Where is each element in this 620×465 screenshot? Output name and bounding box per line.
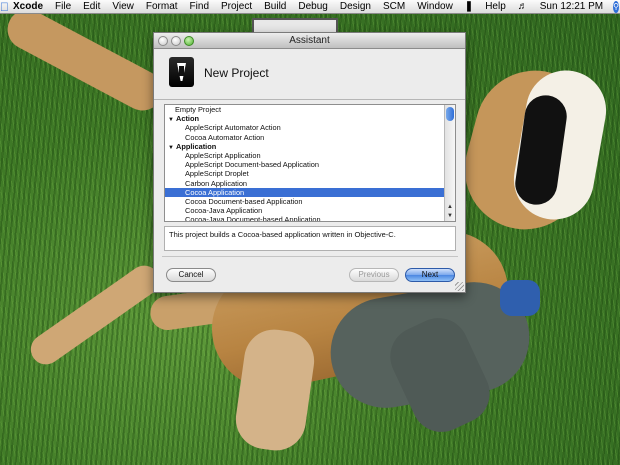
list-item-label: Action (176, 114, 199, 124)
assistant-window: Assistant New Project Empty Project ▼ Acti… (153, 32, 466, 293)
script-menu-icon[interactable]: ❚ (459, 1, 479, 12)
divider (162, 256, 458, 257)
resize-grip-icon[interactable] (455, 282, 464, 291)
window-controls (158, 36, 194, 46)
list-group[interactable]: ▼ Action (165, 114, 445, 123)
scroll-down-arrow-icon[interactable]: ▼ (445, 212, 455, 221)
close-window-button[interactable] (158, 36, 168, 46)
list-item[interactable]: AppleScript Document-based Application (165, 160, 445, 169)
list-item[interactable]: Empty Project (165, 105, 445, 114)
list-item-label: Cocoa Application (185, 187, 245, 197)
list-item-label: AppleScript Document-based Application (185, 160, 319, 170)
menu-design[interactable]: Design (334, 0, 377, 14)
list-item-label: Cocoa Document-based Application (185, 196, 303, 206)
list-item-label: AppleScript Automator Action (185, 123, 281, 133)
list-item-selected[interactable]: Cocoa Application (165, 187, 445, 197)
menubar-clock[interactable]: Sun 12:21 PM (534, 0, 609, 14)
menu-format[interactable]: Format (140, 0, 184, 14)
app-menu[interactable]: Xcode (9, 0, 49, 14)
menubar:  Xcode File Edit View Format Find Proje… (0, 0, 620, 14)
template-description: This project builds a Cocoa-based applic… (164, 226, 456, 251)
list-item[interactable]: Cocoa Document-based Application (165, 197, 445, 206)
list-item[interactable]: Cocoa Automator Action (165, 133, 445, 142)
window-title: Assistant (289, 35, 330, 46)
list-item[interactable]: Cocoa-Java Application (165, 206, 445, 215)
page-title: New Project (204, 66, 269, 80)
menu-find[interactable]: Find (184, 0, 215, 14)
scroll-up-arrow-icon[interactable]: ▲ (445, 203, 455, 212)
list-item-label: Cocoa-Java Document-based Application (185, 215, 321, 222)
dog-collar (500, 280, 540, 316)
list-item[interactable]: Carbon Application (165, 179, 445, 188)
list-item-label: AppleScript Application (185, 150, 261, 160)
cancel-button[interactable]: Cancel (166, 268, 216, 282)
disclosure-triangle-icon[interactable]: ▼ (168, 144, 176, 153)
menu-window[interactable]: Window (411, 0, 459, 14)
menu-view[interactable]: View (106, 0, 140, 14)
scrollbar-thumb[interactable] (446, 107, 454, 121)
menu-help[interactable]: Help (479, 0, 512, 14)
list-item[interactable]: Cocoa-Java Document-based Application (165, 215, 445, 222)
list-group[interactable]: ▼ Application (165, 142, 445, 151)
spotlight-search-icon[interactable]: ⚲ (613, 0, 619, 13)
menu-project[interactable]: Project (215, 0, 258, 14)
list-item[interactable]: AppleScript Droplet (165, 169, 445, 178)
dog-leg (24, 259, 166, 371)
menu-debug[interactable]: Debug (292, 0, 333, 14)
disclosure-triangle-icon[interactable]: ▼ (168, 116, 176, 125)
assistant-header: New Project (154, 50, 465, 100)
list-item-label: AppleScript Droplet (185, 169, 249, 179)
zoom-window-button[interactable] (184, 36, 194, 46)
list-item-label: Empty Project (175, 105, 222, 114)
menu-file[interactable]: File (49, 0, 77, 14)
menu-scm[interactable]: SCM (377, 0, 411, 14)
tuxedo-assistant-icon (169, 57, 194, 87)
window-titlebar[interactable]: Assistant (154, 33, 465, 49)
previous-button[interactable]: Previous (349, 268, 399, 282)
volume-icon[interactable]: ♬ (512, 1, 534, 12)
list-item-label: Application (176, 141, 217, 151)
dog-tail (0, 2, 170, 118)
list-item[interactable]: AppleScript Automator Action (165, 123, 445, 132)
template-list[interactable]: Empty Project ▼ Action AppleScript Automato… (164, 104, 456, 222)
minimize-window-button[interactable] (171, 36, 181, 46)
list-item-label: Carbon Application (185, 178, 248, 188)
next-button[interactable]: Next (405, 268, 455, 282)
menu-build[interactable]: Build (258, 0, 292, 14)
list-scrollbar[interactable]: ▲ ▼ (444, 105, 455, 221)
list-item-label: Cocoa Automator Action (185, 132, 265, 142)
list-item[interactable]: AppleScript Application (165, 151, 445, 160)
menu-edit[interactable]: Edit (77, 0, 106, 14)
list-item-label: Cocoa-Java Application (185, 206, 263, 216)
apple-menu-icon[interactable]:  (0, 0, 9, 14)
